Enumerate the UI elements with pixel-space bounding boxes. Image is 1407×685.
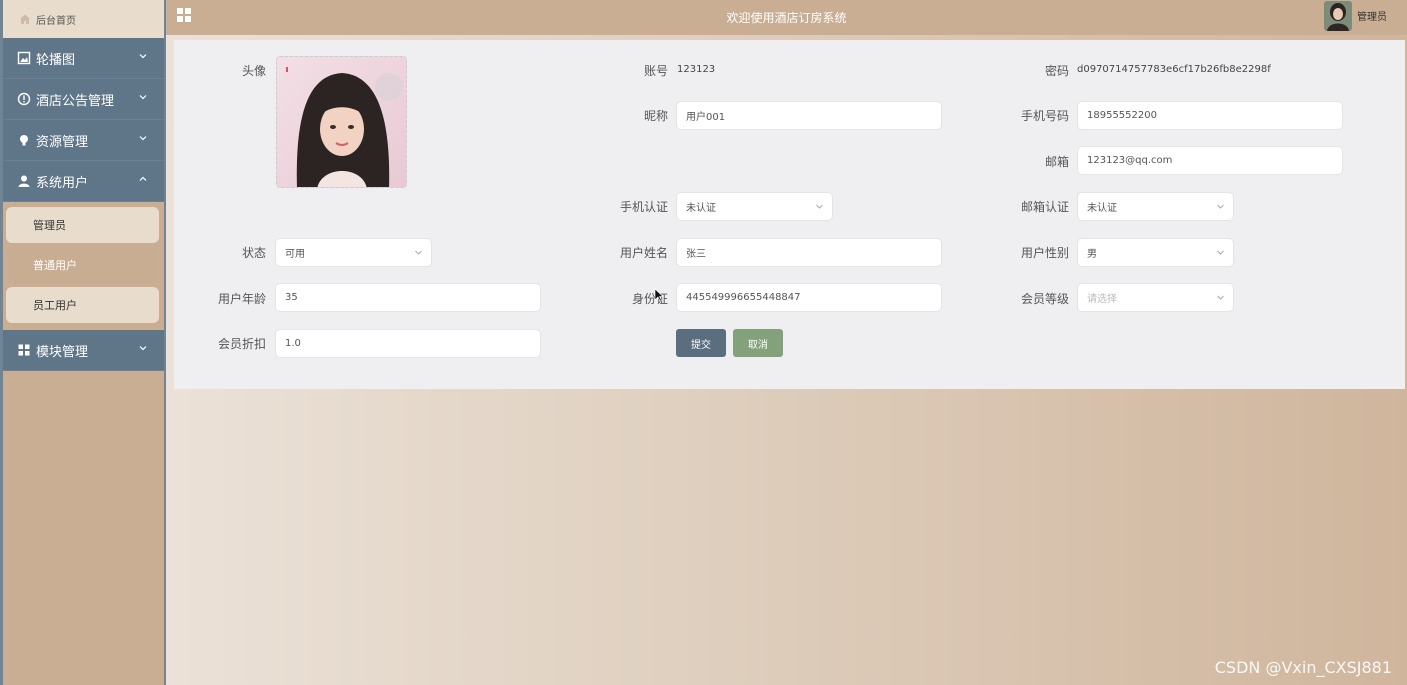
menu-toggle-icon[interactable] — [176, 7, 192, 23]
email-input[interactable]: 123123@qq.com — [1077, 146, 1343, 175]
chevron-down-icon — [139, 54, 147, 59]
grid-icon — [18, 344, 30, 356]
chevron-down-icon — [816, 204, 823, 209]
idcard-input[interactable]: 445549996655448847 — [676, 283, 942, 312]
image-icon — [17, 51, 31, 65]
avatar-label: 头像 — [241, 64, 266, 78]
menu-hotel-notice-label: 酒店公告管理 — [36, 93, 115, 109]
menu-resource[interactable]: 资源管理 — [3, 120, 164, 161]
email-verify-select[interactable]: 未认证 — [1077, 192, 1234, 221]
sidebar-home-label: 后台首页 — [36, 15, 76, 27]
chevron-down-icon — [1217, 295, 1224, 300]
chevron-down-icon — [415, 250, 422, 255]
status-select[interactable]: 可用 — [275, 238, 432, 267]
realname-label: 用户姓名 — [619, 246, 668, 260]
status-value: 可用 — [285, 249, 305, 260]
idcard-input-value: 445549996655448847 — [686, 292, 801, 303]
realname-input-value: 张三 — [686, 249, 706, 260]
age-label: 用户年龄 — [217, 292, 266, 306]
email-verify-value: 未认证 — [1087, 203, 1117, 214]
age-input[interactable]: 35 — [275, 283, 541, 312]
nickname-input[interactable]: 用户001 — [676, 101, 942, 130]
user-icon — [18, 175, 30, 187]
page-title: 欢迎使用酒店订房系统 — [726, 11, 847, 25]
system-user-submenu: 管理员 普通用户 员工用户 — [3, 202, 164, 330]
menu-system-user-label: 系统用户 — [36, 175, 89, 191]
sub-item-normal-user[interactable]: 普通用户 — [6, 247, 159, 283]
user-name: 管理员 — [1357, 12, 1387, 23]
phone-verify-select[interactable]: 未认证 — [676, 192, 833, 221]
phone-label: 手机号码 — [1020, 109, 1069, 123]
phone-verify-value: 未认证 — [686, 203, 716, 214]
chevron-down-icon — [139, 346, 147, 351]
chevron-up-icon — [139, 176, 147, 181]
status-label: 状态 — [241, 246, 266, 260]
home-icon — [20, 14, 30, 24]
phone-input-value: 18955552200 — [1087, 110, 1157, 121]
menu-carousel-label: 轮播图 — [36, 52, 76, 68]
topbar: 欢迎使用酒店订房系统 管理员 — [166, 0, 1407, 35]
age-input-value: 35 — [285, 292, 298, 303]
phone-verify-label: 手机认证 — [619, 200, 668, 214]
user-menu[interactable]: 管理员 — [1324, 0, 1387, 31]
gender-label: 用户性别 — [1020, 246, 1069, 260]
realname-input[interactable]: 张三 — [676, 238, 942, 267]
sub-item-normal-user-label: 普通用户 — [33, 259, 77, 272]
sidebar-home[interactable]: 后台首页 — [3, 0, 164, 38]
account-label: 账号 — [643, 64, 668, 78]
avatar-photo — [277, 57, 406, 187]
nickname-label: 昵称 — [643, 109, 668, 123]
cancel-button[interactable]: 取消 — [733, 329, 783, 357]
submit-button[interactable]: 提交 — [676, 329, 726, 357]
menu-module[interactable]: 模块管理 — [3, 330, 164, 371]
discount-input[interactable]: 1.0 — [275, 329, 541, 358]
menu-module-label: 模块管理 — [36, 344, 89, 360]
level-label: 会员等级 — [1020, 292, 1069, 306]
sidebar: 后台首页 轮播图 酒店公告管理 资源管理 系统用户 管理员 普通用户 员工用户 … — [0, 0, 166, 685]
sub-item-admin-label: 管理员 — [33, 219, 66, 232]
gender-value: 男 — [1087, 249, 1097, 260]
chevron-down-icon — [139, 95, 147, 100]
phone-input[interactable]: 18955552200 — [1077, 101, 1343, 130]
menu-hotel-notice[interactable]: 酒店公告管理 — [3, 79, 164, 120]
chevron-down-icon — [1217, 204, 1224, 209]
menu-resource-label: 资源管理 — [36, 134, 89, 150]
sub-item-staff-user-label: 员工用户 — [33, 299, 77, 312]
level-placeholder: 请选择 — [1087, 294, 1117, 305]
bulb-icon — [20, 135, 28, 146]
watermark: CSDN @Vxin_CXSJ881 — [1214, 658, 1392, 677]
user-edit-form: 头像 账号 123123 密码 d0970714757783e6cf17b26f… — [174, 40, 1405, 389]
mouse-cursor-icon — [654, 288, 664, 302]
menu-carousel[interactable]: 轮播图 — [3, 38, 164, 79]
level-select[interactable]: 请选择 — [1077, 283, 1234, 312]
sub-item-admin[interactable]: 管理员 — [6, 207, 159, 243]
email-verify-label: 邮箱认证 — [1020, 200, 1069, 214]
email-input-value: 123123@qq.com — [1087, 155, 1173, 166]
gender-select[interactable]: 男 — [1077, 238, 1234, 267]
discount-label: 会员折扣 — [217, 337, 266, 351]
password-value: d0970714757783e6cf17b26fb8e2298f — [1077, 64, 1271, 75]
email-label: 邮箱 — [1044, 155, 1069, 169]
sub-item-staff-user[interactable]: 员工用户 — [6, 287, 159, 323]
account-value: 123123 — [677, 64, 716, 75]
discount-input-value: 1.0 — [285, 338, 301, 349]
avatar-upload[interactable] — [276, 56, 407, 188]
menu-system-user[interactable]: 系统用户 — [3, 161, 164, 202]
avatar[interactable] — [1324, 0, 1352, 31]
chevron-down-icon — [139, 136, 147, 141]
password-label: 密码 — [1044, 64, 1069, 78]
info-icon — [17, 92, 31, 106]
chevron-down-icon — [1217, 250, 1224, 255]
nickname-input-value: 用户001 — [686, 112, 726, 123]
